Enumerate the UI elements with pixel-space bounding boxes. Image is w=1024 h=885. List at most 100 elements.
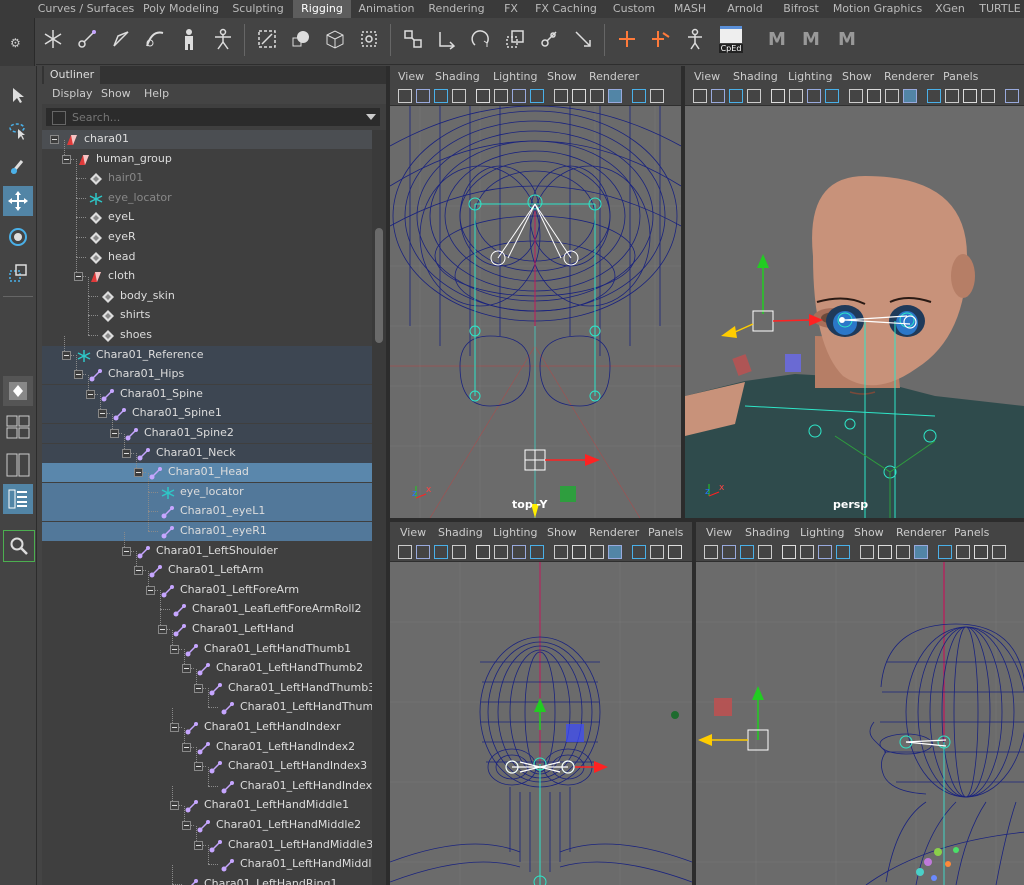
outliner-row[interactable]: Chara01_Head: [42, 453, 372, 483]
menu-panels[interactable]: Panels: [954, 526, 989, 539]
grid-icon[interactable]: [782, 545, 796, 559]
outliner-row[interactable]: Chara01_LeftArm: [42, 551, 372, 580]
outliner-row[interactable]: eye_locator: [42, 178, 372, 208]
joint-tool-icon[interactable]: [72, 24, 102, 54]
smooth-shade-icon[interactable]: [632, 545, 646, 559]
safe-title-icon[interactable]: [885, 89, 899, 103]
outliner-row[interactable]: Chara01_LeftShoulder: [42, 531, 372, 561]
viewport-side[interactable]: View Shading Lighting Show Renderer Pane…: [696, 522, 1024, 885]
collapse-toggle-icon[interactable]: [86, 389, 95, 399]
safe-title-icon[interactable]: [590, 545, 604, 559]
outliner-row[interactable]: Chara01_LeftHandThumb2: [42, 649, 372, 678]
outliner-row[interactable]: shirts: [42, 296, 372, 325]
single-pane-layout-icon[interactable]: [3, 376, 33, 406]
outliner-row[interactable]: head: [42, 237, 372, 267]
outliner-row[interactable]: human_group: [42, 139, 372, 169]
outliner-row[interactable]: body_skin: [42, 276, 372, 306]
gate-mask-icon[interactable]: [836, 545, 850, 559]
shelf-tab-motion-graphics[interactable]: Motion Graphics: [829, 0, 926, 18]
shelf-tab-curves-surfaces[interactable]: Curves / Surfaces: [36, 0, 136, 18]
cluster-icon[interactable]: [354, 24, 384, 54]
cped-icon[interactable]: CpEd: [716, 24, 746, 54]
menu-shading[interactable]: Shading: [745, 526, 790, 539]
quick-rig-icon[interactable]: [174, 24, 204, 54]
aim-constraint-icon[interactable]: [534, 24, 564, 54]
safe-action-icon[interactable]: [867, 89, 881, 103]
select-tool-icon[interactable]: [3, 80, 33, 110]
two-pane-layout-icon[interactable]: [3, 450, 33, 480]
film-gate-icon[interactable]: [494, 545, 508, 559]
menu-shading[interactable]: Shading: [438, 526, 483, 539]
menu-panels[interactable]: Panels: [943, 70, 978, 83]
collapse-toggle-icon[interactable]: [194, 840, 203, 850]
gate-mask-icon[interactable]: [530, 545, 544, 559]
outliner-row[interactable]: eyeL: [42, 198, 372, 227]
viewport-canvas[interactable]: [696, 562, 1024, 885]
xray-icon[interactable]: [945, 89, 959, 103]
outliner-row[interactable]: Chara01_Neck: [42, 433, 372, 463]
chevron-down-icon[interactable]: [366, 114, 376, 120]
menu-renderer[interactable]: Renderer: [884, 70, 934, 83]
point-constraint-icon[interactable]: [432, 24, 462, 54]
bookmark-icon[interactable]: [740, 545, 754, 559]
orient-constraint-icon[interactable]: [466, 24, 496, 54]
safe-title-icon[interactable]: [896, 545, 910, 559]
outliner-row[interactable]: Chara01_LeftHandMiddle3: [42, 825, 372, 855]
menu-lighting[interactable]: Lighting: [800, 526, 844, 539]
lasso-tool-icon[interactable]: [3, 116, 33, 146]
image-plane-icon[interactable]: [747, 89, 761, 103]
outliner-row[interactable]: Chara01_LeftHandMiddle2: [42, 806, 372, 835]
viewport-top[interactable]: View Shading Lighting Show Renderer z x …: [390, 66, 681, 518]
collapse-toggle-icon[interactable]: [122, 448, 131, 458]
viewport-persp[interactable]: View Shading Lighting Show Renderer Pane…: [685, 66, 1024, 518]
outliner-row[interactable]: Chara01_eyeL1: [42, 492, 372, 522]
menu-shading[interactable]: Shading: [435, 70, 480, 83]
joint-orient-icon[interactable]: [612, 24, 642, 54]
safe-action-icon[interactable]: [572, 89, 586, 103]
viewport-canvas[interactable]: zx top -Y: [390, 106, 681, 518]
xray-icon[interactable]: [650, 545, 664, 559]
image-plane-icon[interactable]: [452, 89, 466, 103]
lock-camera-icon[interactable]: [711, 89, 725, 103]
menu-show[interactable]: Show: [547, 70, 577, 83]
bookmark-icon[interactable]: [434, 545, 448, 559]
outliner-row[interactable]: Chara01_LeftHandThumb3: [42, 668, 372, 698]
menu-lighting[interactable]: Lighting: [788, 70, 832, 83]
isolate-icon[interactable]: [668, 545, 682, 559]
wireframe-icon[interactable]: [903, 89, 917, 103]
collapse-toggle-icon[interactable]: [134, 566, 143, 576]
gate-mask-icon[interactable]: [825, 89, 839, 103]
shelf-tab-mash[interactable]: MASH: [664, 0, 716, 18]
wireframe-icon[interactable]: [608, 89, 622, 103]
collapse-toggle-icon[interactable]: [182, 664, 191, 674]
smooth-shade-icon[interactable]: [632, 89, 646, 103]
collapse-toggle-icon[interactable]: [170, 723, 179, 732]
resolution-gate-icon[interactable]: [807, 89, 821, 103]
outliner-row[interactable]: Chara01_LeftHandMiddle1: [42, 786, 372, 815]
collapse-toggle-icon[interactable]: [170, 644, 179, 654]
collapse-toggle-icon[interactable]: [194, 683, 203, 693]
shelf-tab-xgen[interactable]: XGen: [928, 0, 972, 18]
outliner-row[interactable]: Chara01_Spine2: [42, 414, 372, 443]
menu-lighting[interactable]: Lighting: [493, 70, 537, 83]
collapse-toggle-icon[interactable]: [62, 350, 71, 360]
locator-icon[interactable]: [38, 24, 68, 54]
xray-icon[interactable]: [956, 545, 970, 559]
skeleton-icon[interactable]: [680, 24, 710, 54]
outliner-row[interactable]: Chara01_LeftHandRing1: [42, 864, 372, 885]
menu-display[interactable]: Display: [52, 87, 93, 100]
menu-view[interactable]: View: [694, 70, 720, 83]
outliner-row[interactable]: Chara01_LeftHand: [42, 610, 372, 639]
collapse-toggle-icon[interactable]: [74, 370, 83, 380]
collapse-toggle-icon[interactable]: [62, 154, 71, 164]
scale-constraint-icon[interactable]: [500, 24, 530, 54]
outliner-row[interactable]: Chara01_LeftHandThumb1: [42, 629, 372, 659]
search-input[interactable]: [72, 110, 352, 124]
outliner-row[interactable]: hair01: [42, 159, 372, 188]
menu-renderer[interactable]: Renderer: [896, 526, 946, 539]
scrollbar-thumb[interactable]: [375, 228, 383, 343]
shaded-icon[interactable]: [981, 89, 995, 103]
pole-vector-icon[interactable]: [568, 24, 598, 54]
menu-shading[interactable]: Shading: [733, 70, 778, 83]
field-chart-icon[interactable]: [554, 89, 568, 103]
